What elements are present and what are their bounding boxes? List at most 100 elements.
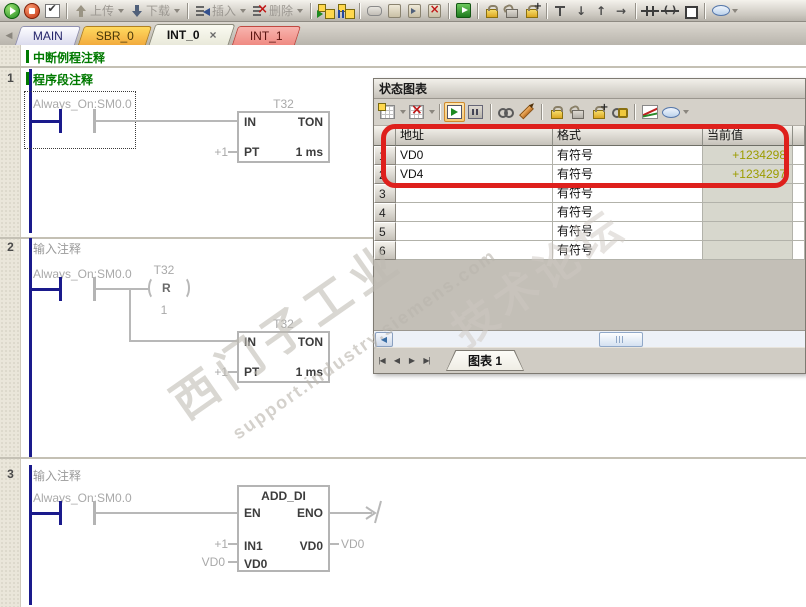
force-button[interactable] bbox=[482, 2, 502, 20]
bookmark-toggle-button[interactable] bbox=[384, 2, 404, 20]
address-cell[interactable]: VD0 bbox=[396, 146, 553, 165]
coil-button[interactable]: ( ) bbox=[660, 2, 680, 20]
contact-button[interactable] bbox=[640, 2, 660, 20]
format-column-header[interactable]: 格式 bbox=[553, 126, 703, 146]
read-all-button[interactable] bbox=[495, 102, 516, 122]
chevron-down-icon[interactable] bbox=[683, 110, 689, 114]
trend-view-button[interactable] bbox=[639, 102, 660, 122]
out-operand[interactable]: VD0 bbox=[341, 537, 364, 551]
format-cell[interactable]: 有符号 bbox=[553, 165, 703, 184]
address-cell[interactable] bbox=[396, 184, 553, 203]
upload-button[interactable]: 上传 bbox=[71, 2, 127, 20]
coil-operand[interactable]: 1 bbox=[124, 303, 204, 317]
pause-chart-button[interactable] bbox=[465, 102, 486, 122]
ellipse-button[interactable] bbox=[709, 2, 741, 20]
line-down-button[interactable]: ↓ bbox=[571, 2, 591, 20]
line-right-button[interactable]: → bbox=[611, 2, 631, 20]
write-button[interactable] bbox=[516, 102, 537, 122]
compile-button[interactable] bbox=[42, 2, 62, 20]
value-cell[interactable]: +1234298 bbox=[703, 146, 793, 165]
force-all-button[interactable] bbox=[522, 1, 542, 20]
tab-int0-active[interactable]: INT_0 × bbox=[148, 24, 236, 45]
row-number-button[interactable]: 5 bbox=[374, 222, 396, 241]
download-button[interactable]: 下载 bbox=[127, 2, 183, 20]
value-column-header[interactable]: 当前值 bbox=[703, 126, 793, 146]
stop-button[interactable] bbox=[22, 2, 42, 20]
horizontal-scrollbar[interactable]: ◀ bbox=[374, 330, 805, 347]
address-cell[interactable] bbox=[396, 203, 553, 222]
address-cell[interactable] bbox=[396, 241, 553, 260]
unforce-button[interactable] bbox=[502, 2, 522, 20]
delete-chart-button[interactable] bbox=[406, 102, 427, 122]
chart-status-on-button[interactable] bbox=[444, 102, 465, 122]
insert-button[interactable]: 插入 bbox=[192, 2, 249, 20]
sheet-last-button[interactable]: ▶| bbox=[419, 356, 434, 365]
in1-operand[interactable]: +1 bbox=[200, 537, 228, 551]
in2-operand[interactable]: VD0 bbox=[197, 555, 225, 569]
tab-main[interactable]: MAIN bbox=[14, 26, 82, 45]
scrollbar-thumb[interactable] bbox=[599, 332, 643, 347]
format-cell[interactable]: 有符号 bbox=[553, 146, 703, 165]
ton-box[interactable]: IN TON PT 1 ms bbox=[237, 331, 330, 383]
format-cell[interactable]: 有符号 bbox=[553, 184, 703, 203]
format-cell[interactable]: 有符号 bbox=[553, 241, 703, 260]
row-number-button[interactable]: 6 bbox=[374, 241, 396, 260]
unforce-button[interactable] bbox=[567, 102, 588, 122]
box-button[interactable] bbox=[680, 2, 700, 20]
value-cell[interactable] bbox=[703, 222, 793, 241]
address-button[interactable] bbox=[364, 2, 384, 20]
network-comment[interactable]: 程序段注释 bbox=[33, 71, 93, 88]
contact-operand[interactable]: Always_On:SM0.0 bbox=[33, 491, 132, 505]
force-button[interactable] bbox=[546, 102, 567, 122]
format-cell[interactable]: 有符号 bbox=[553, 203, 703, 222]
row-number-button[interactable]: 2 bbox=[374, 165, 396, 184]
bookmark-clear-button[interactable] bbox=[424, 2, 444, 20]
ellipse-button[interactable] bbox=[660, 102, 681, 122]
address-column-header[interactable]: 地址 bbox=[396, 126, 553, 146]
format-cell[interactable]: 有符号 bbox=[553, 222, 703, 241]
force-all-button[interactable] bbox=[588, 102, 609, 122]
sheet-tab-chart1[interactable]: 图表 1 bbox=[446, 350, 524, 371]
scroll-left-icon[interactable]: ◀ bbox=[375, 332, 393, 347]
pt-operand[interactable]: +1 bbox=[200, 365, 228, 379]
address-cell[interactable]: VD4 bbox=[396, 165, 553, 184]
tab-scroll-left-button[interactable]: ◀ bbox=[2, 26, 16, 44]
network-comment[interactable]: 输入注释 bbox=[33, 467, 81, 484]
sheet-first-button[interactable]: |◀ bbox=[374, 356, 389, 365]
bookmark-next-button[interactable] bbox=[404, 2, 424, 20]
value-cell[interactable] bbox=[703, 241, 793, 260]
add-di-box[interactable]: ADD_DI EN ENO IN1 VD0 VD0 bbox=[237, 485, 330, 572]
value-cell[interactable] bbox=[703, 203, 793, 222]
program-status-button[interactable] bbox=[315, 2, 335, 20]
close-icon[interactable]: × bbox=[210, 28, 217, 42]
goto-button[interactable] bbox=[453, 2, 473, 20]
read-forced-button[interactable] bbox=[609, 102, 630, 122]
sheet-prev-button[interactable]: ◀ bbox=[389, 356, 404, 365]
insert-branch-button[interactable] bbox=[551, 2, 571, 20]
run-button[interactable] bbox=[2, 2, 22, 20]
pt-operand[interactable]: +1 bbox=[200, 145, 228, 159]
reset-coil[interactable]: R bbox=[162, 281, 171, 295]
contact-operand[interactable]: Always_On:SM0.0 bbox=[33, 267, 132, 281]
interrupt-routine-comment[interactable]: 中断例程注释 bbox=[33, 49, 105, 66]
address-cell[interactable] bbox=[396, 222, 553, 241]
network-comment[interactable]: 输入注释 bbox=[33, 240, 81, 257]
value-cell[interactable] bbox=[703, 184, 793, 203]
delete-button[interactable]: 删除 bbox=[249, 2, 306, 20]
row-number-button[interactable]: 1 bbox=[374, 146, 396, 165]
tab-sbr0[interactable]: SBR_0 bbox=[77, 26, 153, 45]
toolbar-separator bbox=[448, 2, 450, 19]
row-number-button[interactable]: 4 bbox=[374, 203, 396, 222]
sheet-next-button[interactable]: ▶ bbox=[404, 356, 419, 365]
corner-header-cell[interactable] bbox=[374, 126, 396, 146]
chevron-down-icon[interactable] bbox=[429, 110, 435, 114]
line-up-button[interactable]: ↑ bbox=[591, 2, 611, 20]
row-number-button[interactable]: 3 bbox=[374, 184, 396, 203]
contact-operand[interactable]: Always_On:SM0.0 bbox=[33, 97, 132, 111]
chart-status-button[interactable] bbox=[335, 2, 355, 20]
ton-box[interactable]: IN TON PT 1 ms bbox=[237, 111, 330, 163]
tab-int1[interactable]: INT_1 bbox=[231, 26, 301, 45]
value-cell[interactable]: +1234297 bbox=[703, 165, 793, 184]
status-window-titlebar[interactable]: 状态图表 bbox=[374, 79, 805, 99]
new-chart-button[interactable] bbox=[377, 102, 398, 122]
